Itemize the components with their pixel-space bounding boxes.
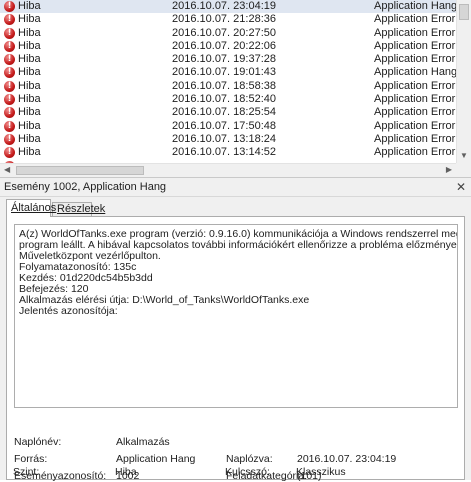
event-date: 2016.10.07. 18:58:38 bbox=[172, 79, 276, 92]
event-source: Application Hang bbox=[374, 0, 456, 12]
event-row[interactable]: ! Hiba 2016.10.07. 18:25:54 Application Err… bbox=[0, 106, 456, 119]
general-tab-panel: A(z) WorldOfTanks.exe program (verzió: 0… bbox=[6, 216, 465, 482]
event-description[interactable]: A(z) WorldOfTanks.exe program (verzió: 0… bbox=[14, 224, 458, 408]
event-date: 2016.10.07. 18:52:40 bbox=[172, 93, 276, 106]
error-icon: ! bbox=[4, 54, 15, 66]
event-source: Application Hang bbox=[374, 66, 456, 79]
logged-value: 2016.10.07. 23:04:19 bbox=[297, 453, 397, 465]
event-level: Hiba bbox=[18, 66, 41, 79]
event-level: Hiba bbox=[18, 39, 41, 52]
level-value: Hiba bbox=[115, 466, 137, 478]
error-icon: ! bbox=[4, 147, 15, 159]
source-label: Forrás: bbox=[14, 453, 48, 465]
error-icon: ! bbox=[4, 14, 15, 26]
event-date: 2016.10.07. 13:18:24 bbox=[172, 132, 276, 145]
vertical-scrollbar[interactable]: ▼ bbox=[456, 0, 471, 163]
event-level: Hiba bbox=[18, 13, 41, 26]
event-level: Hiba bbox=[18, 0, 41, 12]
event-source: Application Error bbox=[374, 79, 456, 92]
event-row[interactable]: ! Hiba 2016.10.07. 18:52:40 Application Err… bbox=[0, 93, 456, 106]
error-icon: ! bbox=[4, 80, 15, 92]
description-line: Jelentés azonosítója: bbox=[19, 305, 118, 317]
event-level: Hiba bbox=[18, 132, 41, 145]
source-value: Application Hang bbox=[116, 453, 196, 465]
scroll-right-icon[interactable]: ▶ bbox=[446, 165, 452, 174]
keywords-label: Kulcsszó: bbox=[225, 466, 270, 478]
scroll-down-icon[interactable]: ▼ bbox=[460, 151, 468, 160]
event-date: 2016.10.07. 23:04:19 bbox=[172, 0, 276, 12]
event-level: Hiba bbox=[18, 53, 41, 66]
horizontal-scrollbar-thumb[interactable] bbox=[16, 166, 144, 175]
tab-details[interactable]: Részletek bbox=[52, 202, 105, 216]
detail-header: Esemény 1002, Application Hang ✕ bbox=[0, 177, 471, 197]
event-date: 2016.10.07. 21:28:36 bbox=[172, 13, 276, 26]
detail-panel: Általános Részletek A(z) WorldOfTanks.ex… bbox=[0, 197, 471, 482]
event-date: 2016.10.07. 13:14:52 bbox=[172, 146, 276, 159]
logged-label: Naplózva: bbox=[226, 453, 273, 465]
error-icon: ! bbox=[4, 107, 15, 119]
event-level: Hiba bbox=[18, 106, 41, 119]
event-row[interactable]: ! Hiba 2016.10.07. 17:50:48 Application Err… bbox=[0, 120, 456, 133]
error-icon: ! bbox=[4, 40, 15, 52]
event-row[interactable]: ! Hiba 2016.10.07. 19:01:43 Application Han… bbox=[0, 66, 456, 79]
event-level: Hiba bbox=[18, 119, 41, 132]
log-name-value: Alkalmazás bbox=[116, 436, 170, 448]
event-row[interactable]: ! Hiba 2016.10.07. 21:28:36 Application Err… bbox=[0, 13, 456, 26]
event-level: Hiba bbox=[18, 79, 41, 92]
event-source: Application Error bbox=[374, 106, 456, 119]
tab-details-label: Részletek bbox=[57, 203, 106, 215]
event-source: Application Error bbox=[374, 39, 456, 52]
scroll-left-icon[interactable]: ◀ bbox=[4, 165, 10, 174]
event-date: 2016.10.07. 19:37:28 bbox=[172, 53, 276, 66]
event-source: Application Error bbox=[374, 146, 456, 159]
event-list[interactable]: ! Hiba 2016.10.07. 23:04:19 Application Han… bbox=[0, 0, 456, 163]
event-date: 2016.10.07. 18:25:54 bbox=[172, 106, 276, 119]
event-row[interactable]: ! Hiba 2016.10.07. 23:04:19 Application Han… bbox=[0, 0, 456, 14]
error-icon: ! bbox=[4, 120, 15, 132]
event-level: Hiba bbox=[18, 93, 41, 106]
event-row[interactable]: ! Hiba 2016.10.07. 19:37:28 Application Err… bbox=[0, 53, 456, 66]
event-row[interactable]: ! Hiba 2016.10.07. 20:27:50 Application Err… bbox=[0, 27, 456, 40]
keywords-value: Klasszikus bbox=[296, 466, 346, 478]
level-label: Szint: bbox=[13, 466, 40, 478]
error-icon: ! bbox=[4, 133, 15, 145]
event-date: 2016.10.07. 17:50:48 bbox=[172, 119, 276, 132]
event-source: Application Error bbox=[374, 119, 456, 132]
event-date: 2016.10.07. 20:27:50 bbox=[172, 26, 276, 39]
event-date: 2016.10.07. 19:01:43 bbox=[172, 66, 276, 79]
event-source: Application Error bbox=[374, 26, 456, 39]
horizontal-scrollbar[interactable]: ◀ ▶ bbox=[0, 163, 456, 177]
event-row[interactable]: ! Hiba 2016.10.07. 20:22:06 Application Err… bbox=[0, 40, 456, 53]
tab-general[interactable]: Általános bbox=[6, 199, 56, 217]
event-source: Application Error bbox=[374, 13, 456, 26]
event-source: Application Error bbox=[374, 93, 456, 106]
scrollbar-corner bbox=[456, 163, 471, 177]
event-row[interactable]: ! Hiba 2016.10.07. 13:18:24 Application Err… bbox=[0, 133, 456, 146]
error-icon: ! bbox=[4, 1, 15, 12]
log-name-label: Naplónév: bbox=[14, 436, 62, 448]
event-date: 2016.10.07. 20:22:06 bbox=[172, 39, 276, 52]
event-row[interactable]: ! Hiba 2016.10.07. 13:14:52 Application Err… bbox=[0, 146, 456, 159]
close-icon[interactable]: ✕ bbox=[456, 180, 466, 194]
event-level: Hiba bbox=[18, 26, 41, 39]
error-icon: ! bbox=[4, 94, 15, 106]
vertical-scrollbar-thumb[interactable] bbox=[459, 4, 469, 20]
event-source: Application Error bbox=[374, 53, 456, 66]
event-source: Application Error bbox=[374, 132, 456, 145]
event-level: Hiba bbox=[18, 146, 41, 159]
error-icon: ! bbox=[4, 67, 15, 79]
event-row[interactable]: ! Hiba 2016.10.07. 18:58:38 Application Err… bbox=[0, 80, 456, 93]
detail-title: Esemény 1002, Application Hang bbox=[4, 181, 167, 193]
tab-general-label: Általános bbox=[11, 202, 57, 214]
error-icon: ! bbox=[4, 27, 15, 39]
